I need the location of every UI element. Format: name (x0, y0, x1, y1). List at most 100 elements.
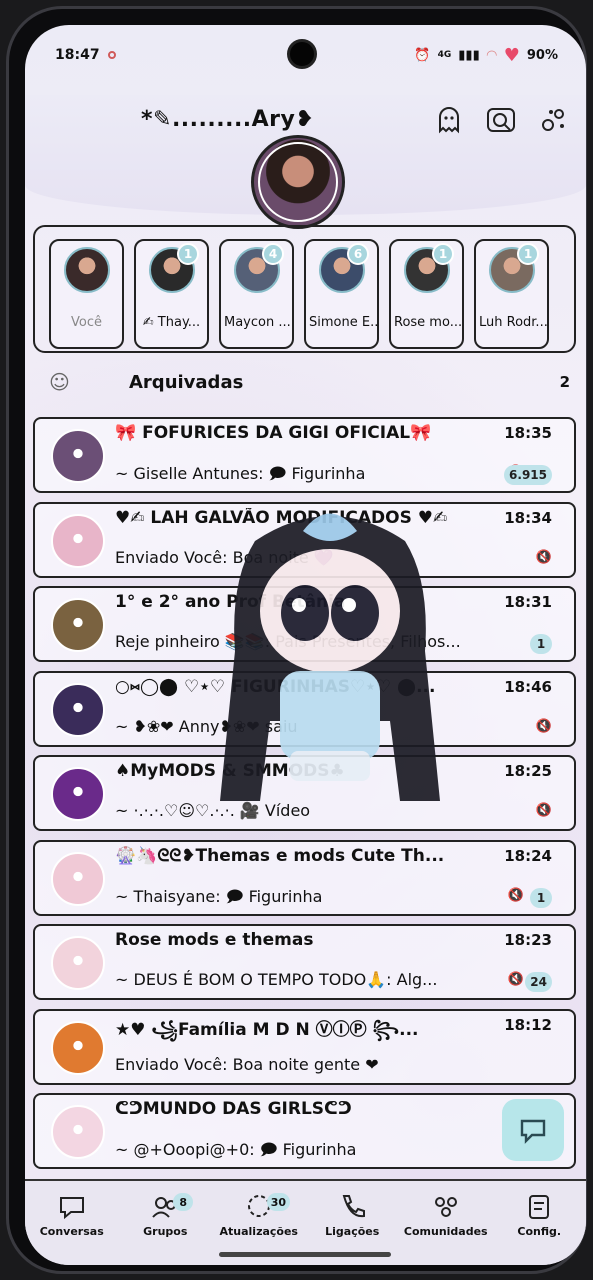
story-card[interactable]: 4 Maycon ... (219, 239, 294, 349)
chat-list: 🎀 FOFURICES DA GIGI OFICIAL🎀 18:35 ~ Gisel… (33, 417, 576, 1178)
nav-label: Atualizações (219, 1225, 298, 1238)
chat-time: 18:34 (504, 508, 552, 527)
status-strip: Você 1 ✍ Thay... 4 Maycon ... 6 Simone E... 1 Ro… (33, 225, 576, 353)
alarm-icon: ⏰ (414, 47, 431, 63)
heart-battery-icon: ♥ (503, 44, 520, 66)
wifi-icon: ◠ (486, 47, 497, 63)
story-card[interactable]: 1 ✍ Thay... (134, 239, 209, 349)
unread-badge: 24 (525, 972, 552, 992)
recording-icon (107, 51, 116, 59)
nav-badge: 8 (173, 1193, 194, 1211)
chat-avatar (51, 1020, 105, 1075)
muted-icon: 🔇 (507, 972, 524, 987)
chat-last-message: ~ ❥❀❤ Anny❥❀❤ saiu (115, 716, 298, 736)
story-name: Maycon ... (224, 315, 291, 330)
phone-icon (332, 1189, 372, 1223)
chat-name: 1° e 2° ano Prof Betânia (115, 592, 346, 612)
story-name: Simone E... (309, 315, 377, 330)
story-count-badge: 4 (262, 243, 284, 265)
ghost-icon[interactable] (432, 103, 466, 137)
settings-flowers-icon[interactable] (536, 103, 570, 137)
chat-name: Rose mods e themas (115, 930, 314, 950)
story-name: Rose mo... (394, 315, 462, 330)
chat-last-message: ~ Thaisyane: 🗩 Figurinha (115, 886, 323, 906)
story-name: Você (71, 315, 102, 330)
story-card[interactable]: 1 Luh Rodr... (474, 239, 549, 349)
story-name: ✍ Thay... (142, 315, 201, 330)
chat-name: ♥✍ LAH GALVÃO MODIFICADOS ♥✍ (115, 507, 448, 528)
story-card[interactable]: 1 Rose mo... (389, 239, 464, 349)
chat-last-message: ~ @+Ooopi@+0: 🗩 Figurinha (115, 1140, 357, 1159)
new-chat-button[interactable] (502, 1099, 564, 1161)
chat-name: ᕦᕤMUNDO DAS GIRLSᕦᕤ (115, 1099, 352, 1119)
chat-time: 18:23 (504, 931, 552, 949)
screen: 18:47 ⏰ 4G ▮▮▮ ◠ ♥ 90% *✎.........Ary❥ V… (25, 25, 586, 1265)
muted-icon: 🔇 (535, 803, 552, 818)
story-card[interactable]: Você (49, 239, 124, 349)
signal-icon: ▮▮▮ (458, 47, 480, 63)
chat-bubble-icon (52, 1189, 92, 1223)
chat-time: 18:12 (504, 1015, 552, 1034)
nav-badge: 30 (266, 1193, 291, 1211)
home-indicator[interactable] (219, 1252, 391, 1257)
front-camera (287, 39, 317, 69)
chat-row[interactable]: 🎀 FOFURICES DA GIGI OFICIAL🎀 18:35 ~ Gisel… (33, 417, 576, 493)
settings-icon (519, 1189, 559, 1223)
chat-name: ♠MyMODS & SMMODS♣ (115, 761, 345, 781)
page-title: *✎.........Ary❥ (141, 107, 315, 132)
camera-search-icon[interactable] (484, 103, 518, 137)
archived-count: 2 (559, 373, 570, 391)
nav-item-comunidades[interactable]: Comunidades (402, 1189, 490, 1265)
nav-item-config[interactable]: Config. (495, 1189, 583, 1265)
chat-avatar (51, 1105, 105, 1159)
chat-last-message: Enviado Você: Boa noite gente ❤ (115, 1054, 379, 1074)
nav-label: Comunidades (403, 1225, 488, 1238)
nav-item-grupos[interactable]: Grupos 8 (121, 1189, 209, 1265)
story-count-badge: 1 (177, 243, 199, 265)
chat-time: 18:31 (504, 593, 552, 611)
profile-avatar[interactable] (251, 135, 345, 229)
chat-name: 🎡🦄ᘓᘓ❥Themas e mods Cute Th... (115, 845, 445, 866)
chat-time: 18:35 (504, 424, 552, 442)
battery-level: 90% (526, 47, 558, 63)
story-name: Luh Rodr... (479, 315, 547, 330)
chat-row[interactable]: 🎡🦄ᘓᘓ❥Themas e mods Cute Th... 18:24 ~ Thai… (33, 839, 576, 916)
nav-item-conversas[interactable]: Conversas (28, 1189, 116, 1265)
chat-row[interactable]: ᕦᕤMUNDO DAS GIRLSᕦᕤ ~ @+Ooopi@+0: 🗩 Figur… (33, 1093, 576, 1169)
story-card[interactable]: 6 Simone E... (304, 239, 379, 349)
chat-row[interactable]: ♠MyMODS & SMMODS♣ 18:25 ~ ·.·.·.♡☺♡.·.·. 🎥… (33, 755, 576, 831)
chat-name: 🎀 FOFURICES DA GIGI OFICIAL🎀 (115, 423, 432, 443)
nav-label: Config. (517, 1225, 562, 1238)
phone-frame: 18:47 ⏰ 4G ▮▮▮ ◠ ♥ 90% *✎.........Ary❥ V… (6, 6, 587, 1274)
unread-badge: 6.915 (504, 465, 552, 485)
story-count-badge: 1 (432, 243, 454, 265)
chat-row[interactable]: ♥✍ LAH GALVÃO MODIFICADOS ♥✍ 18:34 Enviado… (33, 501, 576, 578)
chat-name: ★♥ ꧁Família M D N ⓋⒾⓅ ꧂... (115, 1019, 419, 1040)
muted-icon: 🔇 (535, 549, 552, 565)
archived-row[interactable]: ☺ Arquivadas 2 (49, 367, 570, 397)
unread-badge: 1 (530, 634, 552, 654)
chat-time: 18:25 (504, 762, 552, 780)
muted-icon: 🔇 (535, 718, 552, 734)
chat-row[interactable]: Rose mods e themas 18:23 ~ DEUS É BOM O TE… (33, 924, 576, 1000)
network-label: 4G (437, 50, 452, 60)
chat-avatar (51, 598, 105, 652)
chat-row[interactable]: ★♥ ꧁Família M D N ⓋⒾⓅ ꧂... 18:12 Enviado V… (33, 1008, 576, 1085)
new-chat-icon (520, 1119, 546, 1144)
chat-last-message: ~ Giselle Antunes: 🗩 Figurinha (115, 464, 366, 483)
chat-avatar (51, 851, 105, 906)
unread-badge: 1 (530, 887, 552, 908)
archived-label: Arquivadas (129, 371, 244, 393)
chat-last-message: ~ DEUS É BOM O TEMPO TODO🙏: Alg... (115, 970, 438, 989)
chat-time: 18:46 (504, 677, 552, 696)
chat-last-message: ~ ·.·.·.♡☺♡.·.·. 🎥 Vídeo (115, 801, 311, 820)
clock: 18:47 (55, 47, 100, 63)
nav-label: Grupos (143, 1225, 188, 1238)
archive-icon: ☺ (49, 370, 70, 394)
chat-name: ○⑅◯⬤ ♡⋆♡ FIGURINHAS♡⋆♡ ⬤... (115, 676, 436, 697)
chat-time: 18:24 (504, 846, 552, 865)
chat-row[interactable]: 1° e 2° ano Prof Betânia 18:31 Reje pinhei… (33, 586, 576, 662)
story-avatar (64, 247, 110, 293)
communities-icon (426, 1189, 466, 1223)
chat-row[interactable]: ○⑅◯⬤ ♡⋆♡ FIGURINHAS♡⋆♡ ⬤... 18:46 ~ ❥❀❤ An… (33, 670, 576, 747)
